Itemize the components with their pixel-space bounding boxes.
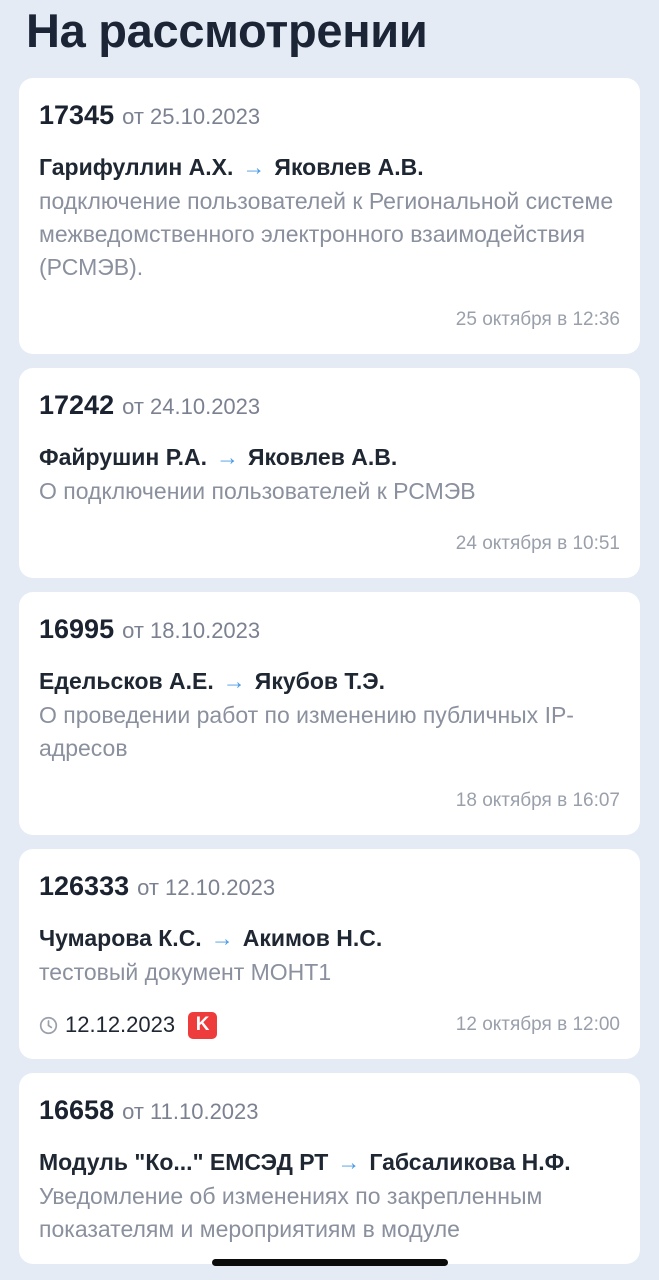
document-route: Чумарова К.С. → Акимов Н.С. bbox=[39, 921, 620, 955]
document-number: 17345 bbox=[39, 100, 115, 130]
received-time: 24 октября в 10:51 bbox=[455, 533, 620, 554]
document-list: 17345 от 25.10.2023 Гарифуллин А.Х. → Як… bbox=[19, 78, 640, 1278]
document-card[interactable]: 17345 от 25.10.2023 Гарифуллин А.Х. → Як… bbox=[19, 78, 640, 354]
document-card[interactable]: 16658 от 11.10.2023 Модуль "Ко..." ЕМСЭД… bbox=[19, 1073, 640, 1264]
document-subject: тестовый документ МОНТ1 bbox=[39, 959, 332, 985]
document-header: 17242 от 24.10.2023 bbox=[39, 388, 620, 424]
control-badge: K bbox=[188, 1011, 218, 1039]
document-date: от 11.10.2023 bbox=[122, 1099, 259, 1124]
document-route: Файрушин Р.А. → Яковлев А.В. bbox=[39, 440, 620, 474]
document-subject: подключение пользователей к Региональной… bbox=[39, 188, 614, 280]
arrow-right-icon: → bbox=[242, 154, 266, 180]
document-route: Едельсков А.Е. → Якубов Т.Э. bbox=[39, 664, 620, 698]
document-header: 16658 от 11.10.2023 bbox=[39, 1093, 620, 1129]
deadline: 12.12.2023 K bbox=[39, 1011, 218, 1039]
home-indicator bbox=[212, 1259, 448, 1266]
sender-name: Гарифуллин А.Х. bbox=[39, 154, 234, 180]
recipient-name: Акимов Н.С. bbox=[242, 925, 383, 951]
document-footer: 18 октября в 16:07 bbox=[39, 785, 620, 817]
arrow-right-icon: → bbox=[222, 668, 246, 694]
recipient-name: Яковлев А.В. bbox=[274, 154, 424, 180]
document-date: от 24.10.2023 bbox=[122, 394, 261, 419]
document-number: 17242 bbox=[39, 390, 115, 420]
document-card[interactable]: 16995 от 18.10.2023 Едельсков А.Е. → Яку… bbox=[19, 592, 640, 835]
document-subject: Уведомление об изменениях по закрепленны… bbox=[39, 1183, 543, 1242]
arrow-right-icon: → bbox=[215, 444, 239, 470]
document-date: от 18.10.2023 bbox=[122, 618, 261, 643]
document-header: 126333 от 12.10.2023 bbox=[39, 869, 620, 905]
document-footer: 12.12.2023 K 12 октября в 12:00 bbox=[39, 1009, 620, 1041]
recipient-name: Яковлев А.В. bbox=[247, 444, 398, 470]
document-footer: 25 октября в 12:36 bbox=[39, 304, 620, 336]
document-route: Гарифуллин А.Х. → Яковлев А.В. bbox=[39, 150, 620, 184]
document-date: от 12.10.2023 bbox=[137, 875, 276, 900]
recipient-name: Габсаликова Н.Ф. bbox=[369, 1149, 571, 1175]
document-footer: 24 октября в 10:51 bbox=[39, 528, 620, 560]
page-title: На рассмотрении bbox=[26, 4, 428, 57]
screen: На рассмотрении 17345 от 25.10.2023 Гари… bbox=[0, 0, 659, 1280]
document-number: 16658 bbox=[39, 1095, 115, 1125]
received-time: 12 октября в 12:00 bbox=[455, 1014, 620, 1035]
document-card[interactable]: 126333 от 12.10.2023 Чумарова К.С. → Аки… bbox=[19, 849, 640, 1059]
document-card[interactable]: 17242 от 24.10.2023 Файрушин Р.А. → Яков… bbox=[19, 368, 640, 578]
sender-name: Файрушин Р.А. bbox=[39, 444, 207, 470]
received-time: 25 октября в 12:36 bbox=[455, 309, 620, 330]
document-subject: О проведении работ по изменению публичны… bbox=[39, 702, 574, 761]
document-subject: О подключении пользователей к РСМЭВ bbox=[39, 478, 476, 504]
document-date: от 25.10.2023 bbox=[122, 104, 261, 129]
document-header: 17345 от 25.10.2023 bbox=[39, 98, 620, 134]
document-route: Модуль "Ко..." ЕМСЭД РТ → Габсаликова Н.… bbox=[39, 1145, 620, 1179]
sender-name: Чумарова К.С. bbox=[39, 925, 202, 951]
document-number: 16995 bbox=[39, 614, 115, 644]
document-number: 126333 bbox=[39, 871, 130, 901]
arrow-right-icon: → bbox=[337, 1149, 361, 1175]
received-time: 18 октября в 16:07 bbox=[455, 790, 620, 811]
arrow-right-icon: → bbox=[210, 925, 234, 951]
clock-icon bbox=[39, 1016, 58, 1034]
sender-name: Едельсков А.Е. bbox=[39, 668, 214, 694]
document-header: 16995 от 18.10.2023 bbox=[39, 612, 620, 648]
sender-name: Модуль "Ко..." ЕМСЭД РТ bbox=[39, 1149, 329, 1175]
deadline-date: 12.12.2023 bbox=[65, 1012, 176, 1037]
recipient-name: Якубов Т.Э. bbox=[254, 668, 386, 694]
